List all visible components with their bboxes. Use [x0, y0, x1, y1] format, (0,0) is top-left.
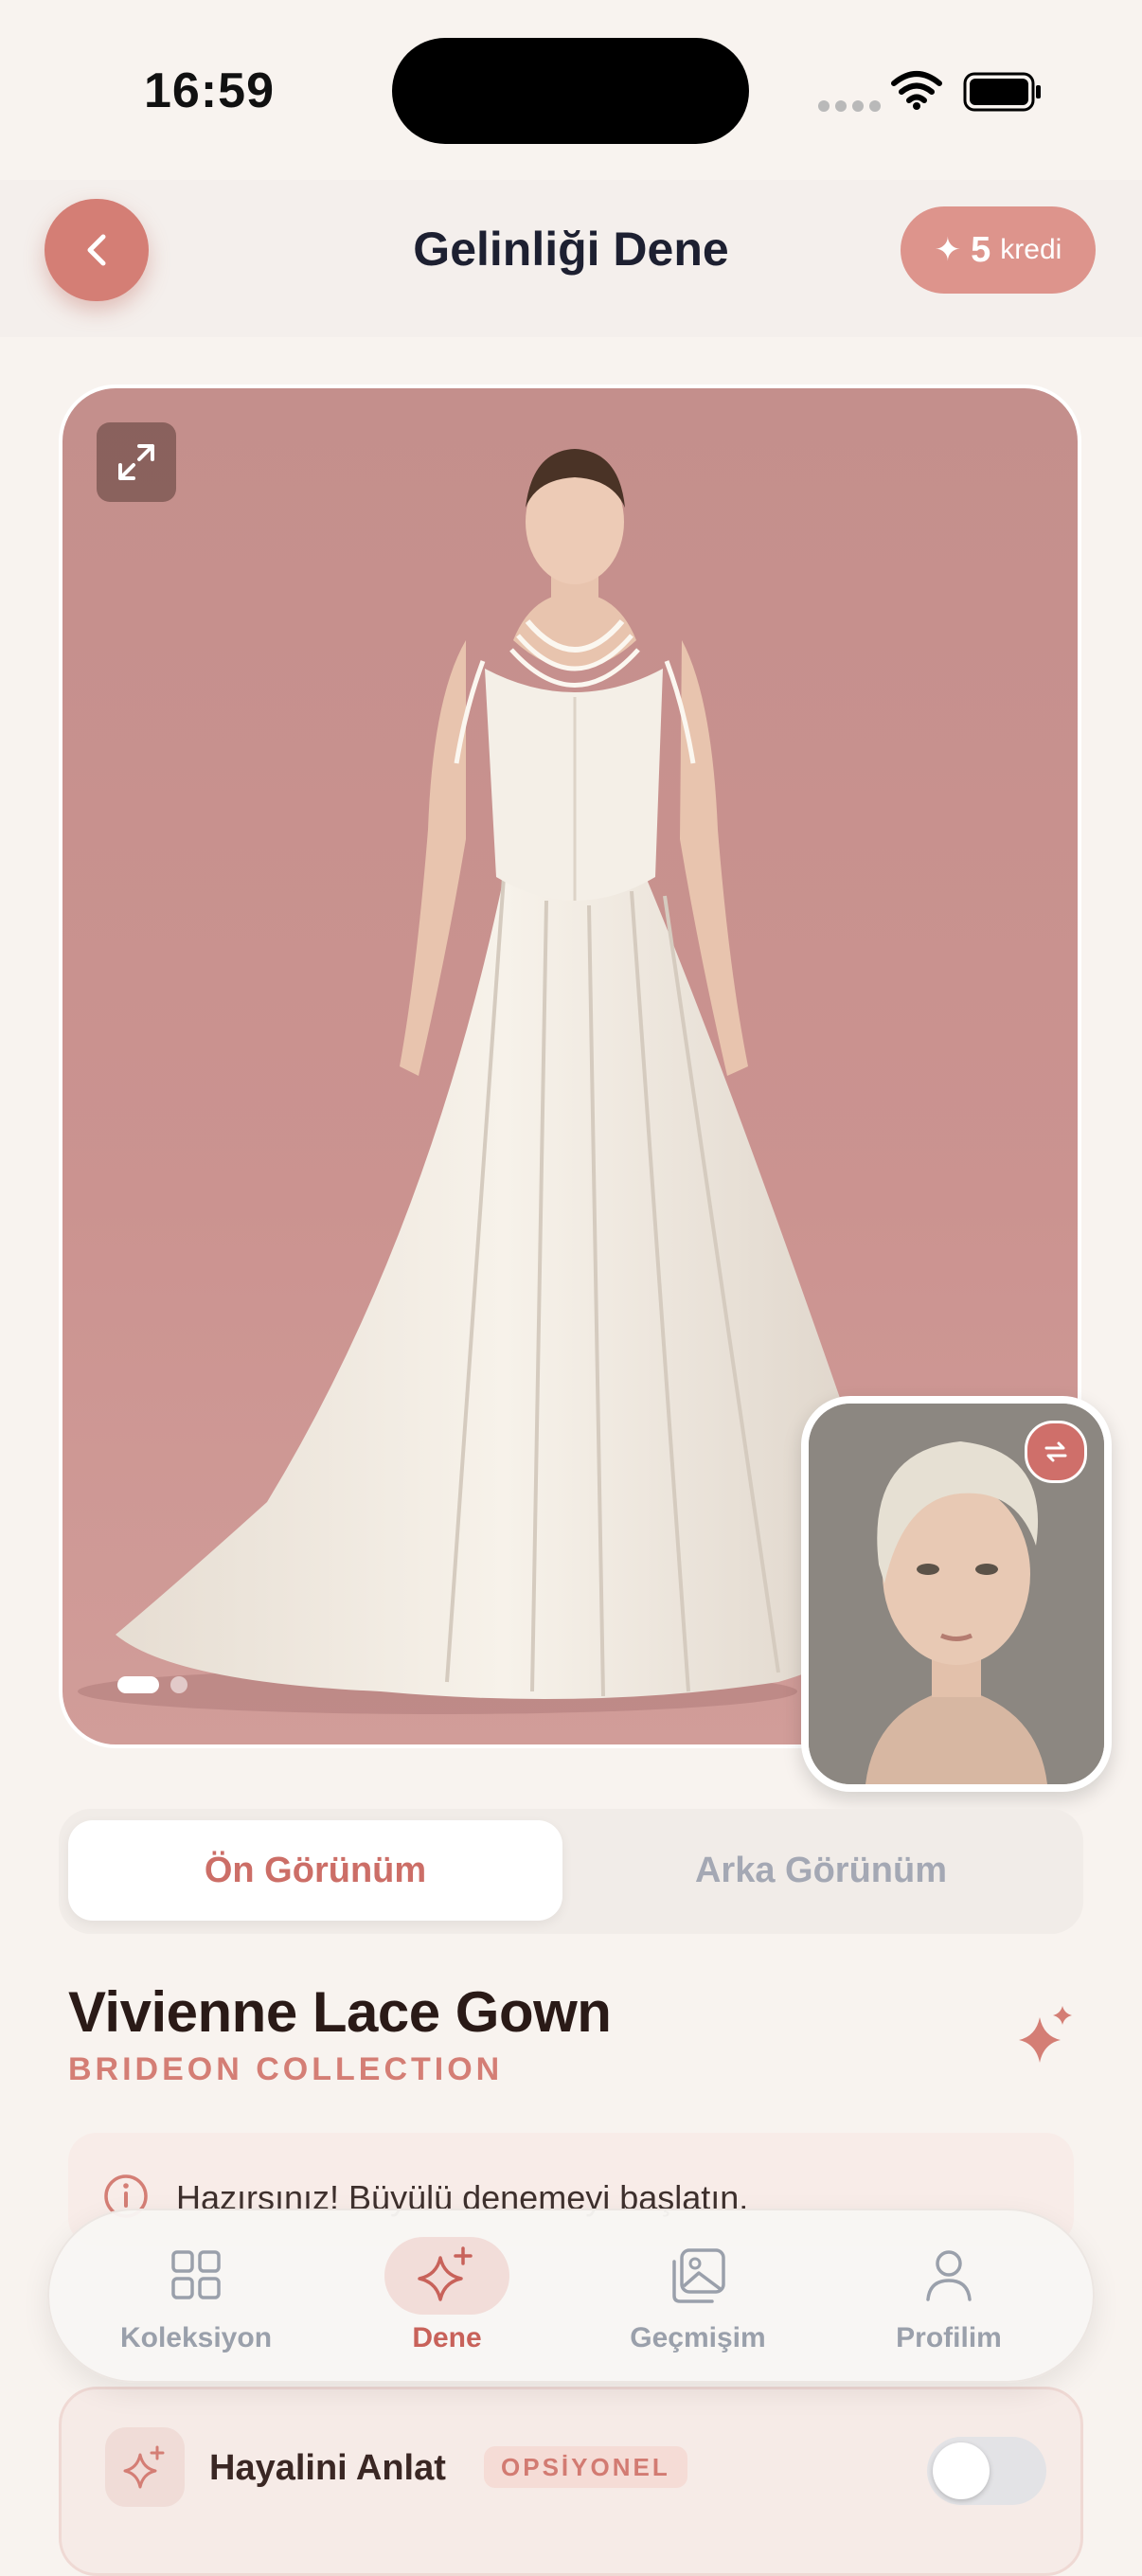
tab-label: Dene	[412, 2322, 482, 2353]
user-photo-thumbnail[interactable]	[801, 1396, 1112, 1792]
header: Gelinliği Dene ✦ 5 kredi	[0, 180, 1142, 337]
credits-label: kredi	[1000, 234, 1062, 265]
tab-gecmisim[interactable]: Geçmişim	[580, 2210, 816, 2385]
carousel-dot[interactable]	[170, 1676, 187, 1693]
signal-icon	[818, 100, 881, 112]
swap-icon	[1044, 1441, 1067, 1462]
carousel-dots[interactable]	[117, 1676, 187, 1693]
sparkle-icon[interactable]	[1015, 2004, 1076, 2065]
sparkle-icon	[123, 2445, 165, 2489]
dream-card: Hayalini Anlat OPSİYONEL	[59, 2387, 1083, 2576]
expand-button[interactable]	[97, 422, 176, 502]
dream-icon-box	[105, 2427, 185, 2507]
dream-toggle[interactable]	[927, 2437, 1046, 2505]
swap-photo-button[interactable]	[1025, 1421, 1087, 1483]
battery-icon	[963, 72, 1041, 112]
optional-badge: OPSİYONEL	[484, 2446, 687, 2488]
gown-name: Vivienne Lace Gown	[68, 1980, 612, 2044]
tab-label: Profilim	[896, 2322, 1002, 2353]
credits-badge[interactable]: ✦ 5 kredi	[901, 206, 1096, 294]
tab-label: Geçmişim	[630, 2322, 766, 2353]
expand-icon	[118, 444, 154, 480]
grid-icon	[171, 2250, 221, 2299]
status-bar: 16:59	[0, 0, 1142, 180]
sparkle-icon: ✦	[934, 232, 962, 268]
credits-count: 5	[971, 229, 991, 270]
tab-koleksiyon[interactable]: Koleksiyon	[78, 2210, 314, 2385]
sparkle-icon	[418, 2246, 473, 2301]
view-toggle: Ön Görünüm Arka Görünüm	[59, 1809, 1083, 1934]
tab-label: Koleksiyon	[119, 2322, 273, 2353]
tab-back-view[interactable]: Arka Görünüm	[570, 1820, 1072, 1921]
gallery-icon	[672, 2248, 725, 2303]
tab-profilim[interactable]: Profilim	[830, 2210, 1067, 2385]
gown-collection: BRIDEON COLLECTION	[68, 2051, 504, 2087]
tab-bar: Koleksiyon Dene Geçmişim Profilim	[47, 2209, 1095, 2383]
tab-front-view[interactable]: Ön Görünüm	[68, 1820, 562, 1921]
dynamic-island	[392, 38, 749, 144]
status-time: 16:59	[144, 63, 275, 118]
user-icon	[926, 2250, 972, 2301]
carousel-dot-active[interactable]	[117, 1676, 159, 1693]
toggle-knob	[933, 2442, 990, 2499]
tab-dene[interactable]: Dene	[329, 2210, 565, 2385]
user-photo	[809, 1404, 1104, 1784]
wifi-icon	[891, 71, 942, 110]
